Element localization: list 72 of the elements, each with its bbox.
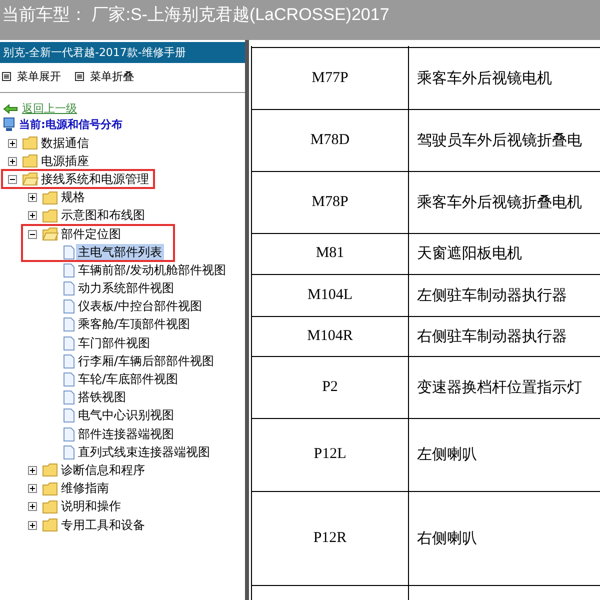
page-icon — [62, 317, 76, 332]
tree-folder[interactable]: 说明和操作 — [59, 498, 123, 516]
menu-icon[interactable] — [75, 72, 84, 81]
tree-item[interactable]: 动力系统部件视图 — [76, 280, 176, 298]
tree-folder[interactable]: 维修指南 — [59, 480, 111, 498]
folder-icon — [42, 518, 59, 532]
sidebar-title: 别克-全新一代君越-2017款-维修手册 — [0, 42, 245, 63]
expand-icon[interactable] — [28, 211, 36, 220]
table-cell: P12R — [252, 491, 408, 585]
menu-icon[interactable] — [2, 72, 11, 81]
menu-action[interactable]: 菜单折叠 — [90, 69, 134, 84]
current-location: 当前:电源和信号分布 — [19, 117, 122, 132]
tree-folder[interactable]: 规格 — [59, 189, 87, 206]
folder-icon — [42, 190, 59, 205]
tree-folder[interactable]: 接线系统和电源管理 — [39, 170, 151, 188]
tree-item[interactable]: 主电气部件列表 — [76, 244, 164, 261]
tree-item[interactable]: 车门部件视图 — [76, 334, 152, 352]
expand-icon[interactable] — [28, 466, 36, 475]
tree-item[interactable]: 电气中心识别视图 — [76, 407, 176, 424]
folder-icon — [42, 227, 59, 242]
expand-icon[interactable] — [28, 484, 36, 494]
window-title: 当前车型： 厂家:S-上海别克君越(LaCROSSE)2017 — [0, 0, 600, 40]
page-icon — [62, 408, 76, 424]
table-cell: M104L — [252, 274, 408, 316]
tree-item[interactable]: 行李厢/车辆后部部件视图 — [76, 352, 216, 370]
expand-icon[interactable] — [8, 156, 16, 166]
tree-item[interactable]: 乘客舱/车顶部件视图 — [76, 316, 192, 334]
expand-icon[interactable] — [28, 193, 36, 202]
tree-folder[interactable]: 电源插座 — [39, 152, 91, 170]
tree-folder[interactable]: 部件定位图 — [59, 226, 123, 243]
tree-item[interactable]: 搭铁视图 — [76, 389, 128, 406]
page-icon — [62, 426, 76, 442]
tree-folder[interactable]: 诊断信息和程序 — [59, 462, 147, 479]
page-icon — [62, 336, 76, 351]
monitor-icon — [3, 117, 15, 132]
table-cell: M78D — [252, 109, 408, 171]
table-cell: M78P — [252, 171, 408, 233]
tree-folder[interactable]: 专用工具和设备 — [59, 516, 147, 534]
page-icon — [62, 281, 76, 296]
folder-icon — [42, 500, 59, 514]
back-link[interactable]: 返回上一级 — [22, 101, 77, 116]
tree-item[interactable]: 车轮/车底部件视图 — [76, 371, 180, 388]
tree-folder[interactable]: 示意图和布线图 — [59, 207, 147, 224]
tree-item[interactable]: 车辆前部/发动机舱部件视图 — [76, 262, 228, 279]
collapse-icon[interactable] — [8, 174, 16, 184]
tree-folder[interactable]: 数据通信 — [39, 134, 91, 152]
tree-item[interactable]: 仪表板/中控台部件视图 — [76, 298, 204, 316]
page-icon — [62, 354, 76, 369]
expand-icon[interactable] — [8, 138, 16, 148]
folder-icon — [42, 463, 59, 478]
page-icon — [62, 299, 76, 314]
page-icon — [62, 372, 76, 388]
collapse-icon[interactable] — [28, 230, 36, 239]
left-arrow-icon — [3, 104, 18, 114]
folder-icon — [42, 208, 59, 223]
folder-icon — [22, 154, 39, 168]
table-cell: P12L — [252, 418, 408, 491]
table-cell: M77P — [252, 47, 408, 109]
table-cell: P2 — [252, 356, 408, 418]
table-cell: M81 — [252, 233, 408, 274]
tree-item[interactable]: 直列式线束连接器端视图 — [76, 444, 212, 461]
expand-icon[interactable] — [28, 520, 36, 530]
table-cell: M104R — [252, 316, 408, 356]
page-icon — [62, 444, 76, 460]
expand-icon[interactable] — [28, 502, 36, 512]
menu-action[interactable]: 菜单展开 — [17, 69, 61, 84]
folder-icon — [22, 172, 39, 186]
page-icon — [62, 262, 76, 278]
tree-item[interactable]: 部件连接器端视图 — [76, 426, 176, 443]
page-icon — [62, 390, 76, 406]
folder-icon — [22, 136, 39, 150]
folder-icon — [42, 482, 59, 496]
